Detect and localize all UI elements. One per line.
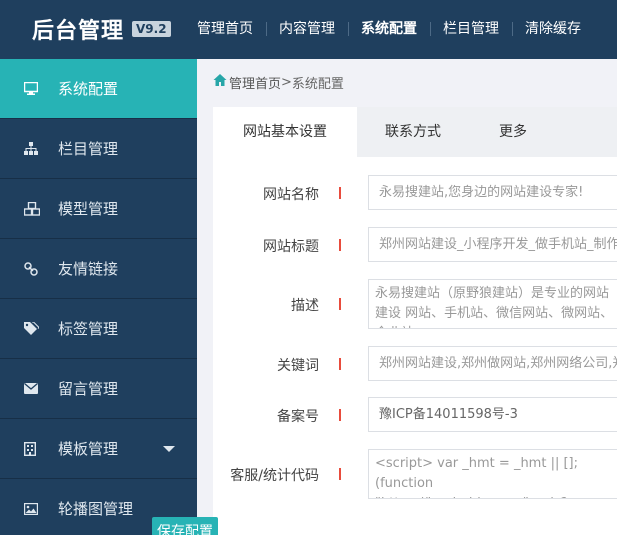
keywords-label: 关键词: [277, 358, 319, 374]
sidebar-item-label: 系统配置: [58, 80, 119, 98]
form-keywords: 关键词 郑州网站建设,郑州做网站,郑州网络公司,郑州: [213, 346, 617, 382]
keywords-input[interactable]: 郑州网站建设,郑州做网站,郑州网络公司,郑州: [368, 346, 617, 381]
sidebar-item-label: 栏目管理: [58, 140, 119, 158]
monitor-icon: [0, 82, 58, 95]
site-title-input[interactable]: 郑州网站建设_小程序开发_做手机站_制作: [368, 227, 617, 262]
sidebar: 系统配置 栏目管理 模型管理 友情链接 标签管理 留言管理 模板管理 轮播图管理: [0, 59, 197, 535]
sidebar-item-label: 模板管理: [58, 440, 119, 458]
sidebar-item-columns[interactable]: 栏目管理: [0, 119, 197, 179]
tab-basic-settings[interactable]: 网站基本设置: [213, 107, 357, 157]
sidebar-item-label: 模型管理: [58, 200, 119, 218]
required-mark: [339, 298, 341, 310]
sidebar-item-label: 标签管理: [58, 320, 119, 338]
required-mark: [339, 358, 341, 370]
tab-bar: 网站基本设置 联系方式 更多: [213, 107, 617, 157]
sidebar-item-tags[interactable]: 标签管理: [0, 299, 197, 359]
breadcrumb-current: 系统配置: [291, 76, 344, 92]
sidebar-item-templates[interactable]: 模板管理: [0, 419, 197, 479]
sidebar-item-links[interactable]: 友情链接: [0, 239, 197, 299]
icp-input[interactable]: 豫ICP备14011598号-3: [368, 397, 617, 432]
site-name-input[interactable]: 永易搜建站,您身边的网站建设专家!: [368, 175, 617, 210]
topnav-system-config[interactable]: 系统配置: [348, 0, 430, 59]
sitemap-icon: [0, 142, 58, 155]
topnav-home[interactable]: 管理首页: [184, 0, 266, 59]
stats-code-label: 客服/统计代码: [230, 468, 319, 484]
envelope-icon: [0, 383, 58, 394]
icp-label: 备案号: [277, 409, 319, 425]
tags-icon: [0, 321, 58, 336]
tab-contact[interactable]: 联系方式: [357, 107, 469, 157]
topnav-content[interactable]: 内容管理: [266, 0, 348, 59]
site-title-label: 网站标题: [263, 239, 319, 255]
form-site-name: 网站名称 永易搜建站,您身边的网站建设专家!: [213, 175, 617, 211]
description-label: 描述: [291, 298, 319, 314]
image-icon: [0, 502, 58, 515]
topnav-columns[interactable]: 栏目管理: [430, 0, 512, 59]
sidebar-item-label: 友情链接: [58, 260, 119, 278]
top-nav: 管理首页 内容管理 系统配置 栏目管理 清除缓存: [184, 0, 594, 59]
version-badge: V9.2: [132, 21, 171, 37]
sidebar-item-label: 留言管理: [58, 380, 119, 398]
link-icon: [0, 261, 58, 276]
required-mark: [339, 409, 341, 421]
sidebar-item-messages[interactable]: 留言管理: [0, 359, 197, 419]
form-icp: 备案号 豫ICP备14011598号-3: [213, 397, 617, 433]
topnav-clear-cache[interactable]: 清除缓存: [512, 0, 594, 59]
tab-more[interactable]: 更多: [469, 107, 555, 157]
sidebar-item-models[interactable]: 模型管理: [0, 179, 197, 239]
stats-code-textarea[interactable]: <script> var _hmt = _hmt || []; (functio…: [368, 449, 617, 499]
sidebar-item-system-config[interactable]: 系统配置: [0, 59, 197, 119]
home-icon[interactable]: [213, 73, 229, 91]
sidebar-item-label: 轮播图管理: [58, 500, 134, 518]
required-mark: [339, 187, 341, 199]
required-mark: [339, 468, 341, 480]
chevron-down-icon[interactable]: [163, 446, 175, 452]
cubes-icon: [0, 201, 58, 216]
top-header: 后台管理 V9.2 管理首页 内容管理 系统配置 栏目管理 清除缓存: [0, 0, 617, 59]
breadcrumb-separator: >: [281, 74, 292, 90]
form-stats-code: 客服/统计代码 <script> var _hmt = _hmt || []; …: [213, 449, 617, 501]
building-icon: [0, 441, 58, 456]
required-mark: [339, 239, 341, 251]
breadcrumb: 管理首页 > 系统配置: [213, 72, 344, 92]
logo: 后台管理 V9.2: [32, 13, 171, 45]
logo-text: 后台管理: [32, 19, 125, 44]
description-textarea[interactable]: 永易搜建站（原野狼建站）是专业的网站建设 网站、手机站、微信网站、微网站、企业站: [368, 279, 617, 329]
form-description: 描述 永易搜建站（原野狼建站）是专业的网站建设 网站、手机站、微信网站、微网站、…: [213, 279, 617, 331]
form-site-title: 网站标题 郑州网站建设_小程序开发_做手机站_制作: [213, 227, 617, 263]
site-name-label: 网站名称: [263, 187, 319, 203]
breadcrumb-home[interactable]: 管理首页: [229, 73, 281, 92]
save-config-button[interactable]: 保存配置: [152, 517, 218, 535]
